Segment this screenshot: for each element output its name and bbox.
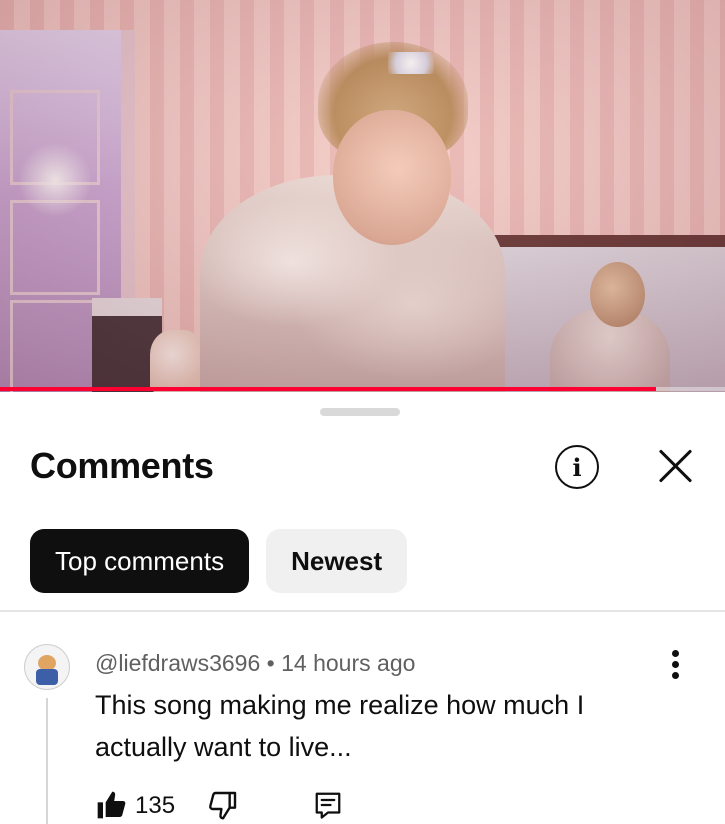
- thumbs-up-filled-icon[interactable]: [95, 789, 127, 821]
- chip-newest[interactable]: Newest: [266, 529, 408, 593]
- like-count: 135: [135, 792, 176, 819]
- video-progress-bar[interactable]: [0, 387, 725, 391]
- close-icon[interactable]: [652, 442, 698, 488]
- comments-title: Comments: [30, 445, 214, 486]
- drag-handle[interactable]: [320, 408, 400, 416]
- sort-chips: Top comments Newest: [30, 529, 408, 593]
- comment-author[interactable]: @liefdraws3696: [95, 650, 260, 676]
- info-icon[interactable]: i: [555, 445, 599, 489]
- reply-icon[interactable]: [313, 789, 343, 821]
- avatar[interactable]: [24, 644, 70, 690]
- video-player[interactable]: [0, 0, 725, 392]
- divider: [0, 610, 725, 612]
- chip-top-comments[interactable]: Top comments: [30, 529, 250, 593]
- thumbs-down-icon[interactable]: [207, 789, 239, 821]
- more-vertical-icon[interactable]: [664, 648, 688, 682]
- comments-sheet: Comments i Top comments Newest @liefdraw…: [0, 392, 725, 824]
- thread-line: [46, 698, 48, 824]
- comment-time: 14 hours ago: [281, 650, 416, 676]
- comment-item: @liefdraws3696 • 14 hours ago This song …: [0, 632, 725, 824]
- video-progress-fill: [0, 387, 657, 391]
- comment-text: This song making me realize how much I a…: [95, 690, 585, 762]
- comment-meta: @liefdraws3696 • 14 hours ago: [95, 650, 415, 677]
- meta-separator: •: [266, 650, 275, 676]
